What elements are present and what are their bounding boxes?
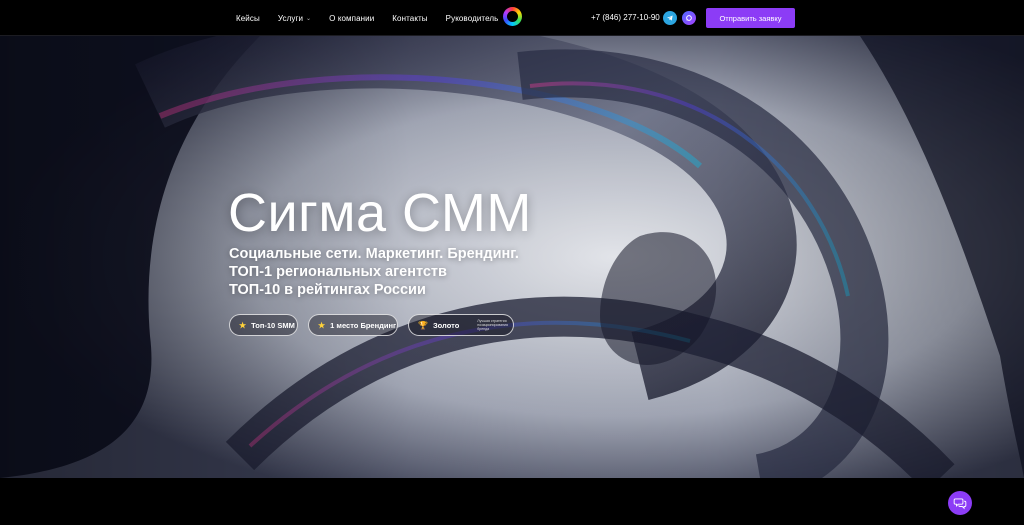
telegram-icon[interactable] — [663, 11, 677, 25]
hero-subtitle-line: ТОП-1 региональных агентств — [229, 264, 447, 280]
max-messenger-icon[interactable] — [682, 11, 696, 25]
nav-director[interactable]: Руководитель — [446, 14, 499, 23]
send-request-button[interactable]: Отправить заявку — [706, 8, 795, 28]
page-bottom-strip — [0, 478, 1024, 525]
award-badge[interactable]: 🏆 Золото Лучшая стратегия позиционирован… — [408, 314, 514, 336]
star-icon: ★ — [239, 320, 247, 330]
star-icon: ★ — [318, 320, 326, 330]
chat-widget-button[interactable] — [948, 491, 972, 515]
nav-about[interactable]: О компании — [329, 14, 374, 23]
nav-cases[interactable]: Кейсы — [236, 14, 260, 23]
award-badge[interactable]: ★ Топ-10 SMM — [229, 314, 298, 336]
logo-ring-icon[interactable] — [503, 7, 522, 26]
trophy-icon: 🏆 — [418, 320, 428, 330]
main-nav: Кейсы Услуги ⌄ О компании Контакты Руково… — [236, 0, 498, 36]
award-badge[interactable]: ★ 1 место Брендинг — [308, 314, 398, 336]
nav-contacts[interactable]: Контакты — [392, 14, 427, 23]
chevron-down-icon: ⌄ — [306, 15, 312, 22]
nav-services-label: Услуги — [277, 13, 304, 23]
hero-subtitle-line: Социальные сети. Маркетинг. Брендинг. — [229, 246, 519, 262]
phone-link[interactable]: +7 (846) 277-10-90 — [591, 0, 660, 36]
chat-bubbles-icon — [953, 498, 967, 510]
award-badge-label: Золото — [432, 320, 460, 330]
hero-subtitle: Социальные сети. Маркетинг. Брендинг. ТО… — [229, 245, 519, 299]
nav-cases-label: Кейсы — [236, 13, 260, 23]
award-badge-label: 1 место Брендинг — [330, 320, 397, 330]
hero-title: Сигма СММ — [228, 183, 532, 243]
hero-section: Сигма СММ Социальные сети. Маркетинг. Бр… — [0, 36, 1024, 478]
award-badge-note: Лучшая стратегия позиционирования бренда — [477, 318, 508, 332]
site-header: Кейсы Услуги ⌄ О компании Контакты Руково… — [0, 0, 1024, 36]
award-badge-label: Топ-10 SMM — [251, 320, 295, 330]
nav-contacts-label: Контакты — [392, 13, 428, 23]
hero-subtitle-line: ТОП-10 в рейтингах России — [229, 282, 426, 298]
nav-director-label: Руководитель — [445, 13, 499, 23]
nav-about-label: О компании — [329, 13, 375, 23]
nav-services[interactable]: Услуги ⌄ — [278, 14, 311, 23]
